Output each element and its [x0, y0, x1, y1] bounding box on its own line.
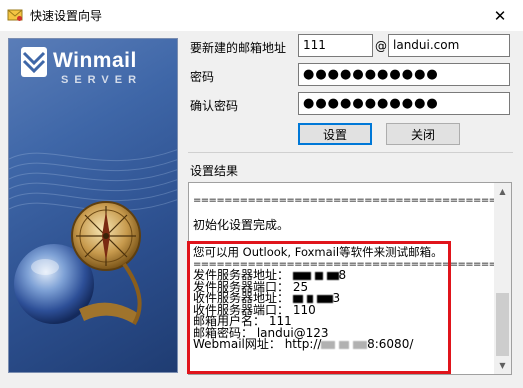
email-address-label: 要新建的邮箱地址	[190, 41, 287, 55]
highlight-annotation	[187, 241, 451, 374]
confirm-password-label: 确认密码	[190, 99, 239, 113]
results-label: 设置结果	[190, 164, 239, 178]
logo-subtitle: SERVER	[61, 74, 143, 86]
logo-wordmark: Winmail	[53, 49, 137, 72]
result-line	[193, 183, 489, 195]
winmail-banner: Winmail SERVER	[8, 38, 178, 373]
setup-button[interactable]: 设置	[298, 123, 372, 145]
email-user-input[interactable]: 111	[298, 34, 373, 57]
result-line	[193, 206, 489, 218]
setup-wizard-window: 快速设置向导 ✕ Winmail SERVER 要新建的邮箱地址 111 @ l…	[0, 0, 523, 388]
result-line: 初始化设置完成。	[193, 217, 290, 232]
scroll-up-icon[interactable]: ▲	[494, 183, 511, 200]
scroll-down-icon[interactable]: ▼	[494, 357, 511, 374]
section-divider	[188, 152, 513, 153]
password-input[interactable]: ●●●●●●●●●●●	[298, 63, 510, 86]
email-domain-input[interactable]: landui.com	[388, 34, 510, 57]
window-title: 快速设置向导	[30, 9, 103, 23]
at-sign: @	[375, 39, 387, 53]
title-bar: 快速设置向导 ✕	[0, 0, 523, 31]
scroll-thumb[interactable]	[496, 293, 509, 356]
results-scrollbar[interactable]: ▲ ▼	[494, 183, 511, 374]
password-label: 密码	[190, 70, 215, 84]
close-button[interactable]: 关闭	[386, 123, 460, 145]
close-icon[interactable]: ✕	[477, 0, 523, 31]
result-line: ========================================…	[193, 194, 512, 206]
confirm-password-input[interactable]: ●●●●●●●●●●●	[298, 92, 510, 115]
mail-app-icon	[7, 7, 23, 23]
